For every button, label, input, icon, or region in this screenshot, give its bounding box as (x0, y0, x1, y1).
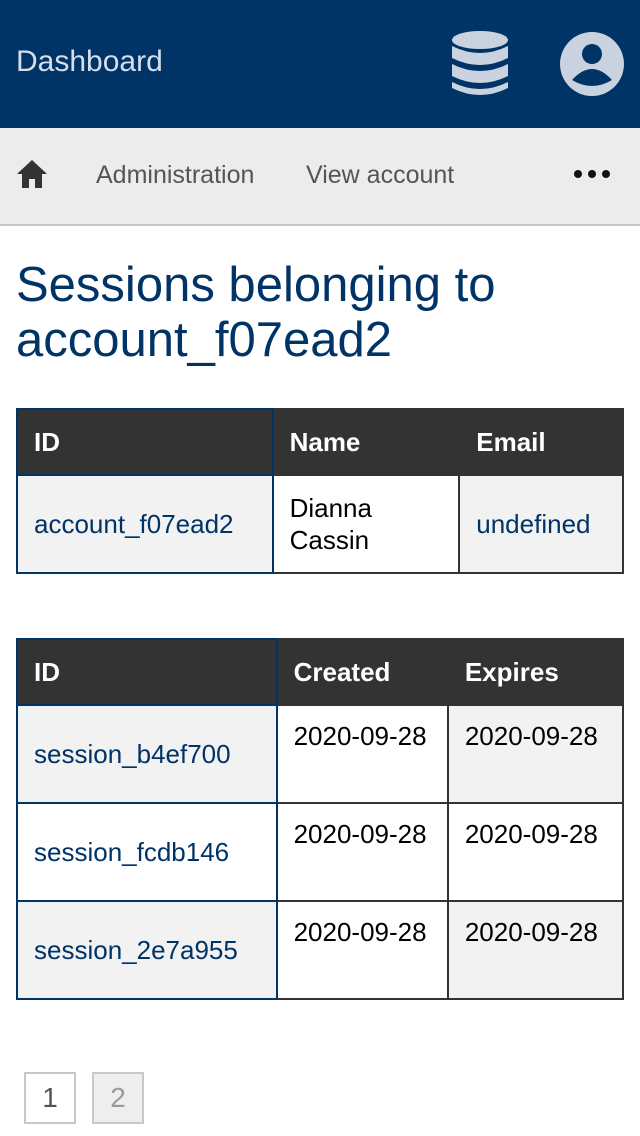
account-table: ID Name Email account_f07ead2 Dianna Cas… (16, 408, 624, 574)
dashboard-link[interactable]: Dashboard (16, 42, 163, 82)
account-email-link[interactable]: undefined (476, 509, 590, 539)
table-row: account_f07ead2 Dianna Cassin undefined (16, 474, 624, 574)
account-name-cell: Dianna Cassin (271, 474, 461, 574)
account-id-cell: account_f07ead2 (16, 474, 274, 574)
session-id-link[interactable]: session_2e7a955 (34, 935, 238, 965)
session-id-link[interactable]: session_b4ef700 (34, 739, 231, 769)
column-header-expires: Expires (446, 638, 625, 706)
account-email-cell: undefined (458, 474, 624, 574)
nav-administration[interactable]: Administration (96, 159, 254, 191)
home-icon[interactable] (14, 156, 50, 192)
page-title: Sessions belonging to account_f07ead2 (16, 258, 496, 367)
table-row: session_b4ef700 2020-09-28 2020-09-28 (16, 704, 625, 804)
session-created-cell: 2020-09-28 (275, 802, 449, 902)
page-button-2-current[interactable]: 2 (92, 1072, 144, 1124)
column-header-email: Email (458, 408, 624, 476)
session-expires-cell: 2020-09-28 (446, 900, 625, 1000)
top-bar: Dashboard (0, 0, 640, 128)
session-id-cell: session_fcdb146 (16, 802, 278, 902)
session-id-cell: session_b4ef700 (16, 704, 278, 804)
session-expires-cell: 2020-09-28 (446, 802, 625, 902)
more-horizontal-icon[interactable] (572, 166, 612, 182)
page-button-1[interactable]: 1 (24, 1072, 76, 1124)
column-header-created: Created (275, 638, 449, 706)
table-row: session_2e7a955 2020-09-28 2020-09-28 (16, 900, 625, 1000)
table-header-row: ID Name Email (16, 408, 624, 476)
database-icon[interactable] (448, 30, 512, 98)
secondary-nav: Administration View account (0, 128, 640, 226)
nav-view-account[interactable]: View account (306, 159, 454, 191)
user-account-icon[interactable] (558, 30, 626, 98)
table-header-row: ID Created Expires (16, 638, 625, 706)
session-created-cell: 2020-09-28 (275, 900, 449, 1000)
session-created-cell: 2020-09-28 (275, 704, 449, 804)
column-header-id: ID (16, 408, 274, 476)
table-row: session_fcdb146 2020-09-28 2020-09-28 (16, 802, 625, 902)
session-expires-cell: 2020-09-28 (446, 704, 625, 804)
column-header-name: Name (271, 408, 461, 476)
column-header-id: ID (16, 638, 278, 706)
session-id-cell: session_2e7a955 (16, 900, 278, 1000)
sessions-table: ID Created Expires session_b4ef700 2020-… (16, 638, 625, 1000)
session-id-link[interactable]: session_fcdb146 (34, 837, 229, 867)
account-id-link[interactable]: account_f07ead2 (34, 509, 234, 539)
